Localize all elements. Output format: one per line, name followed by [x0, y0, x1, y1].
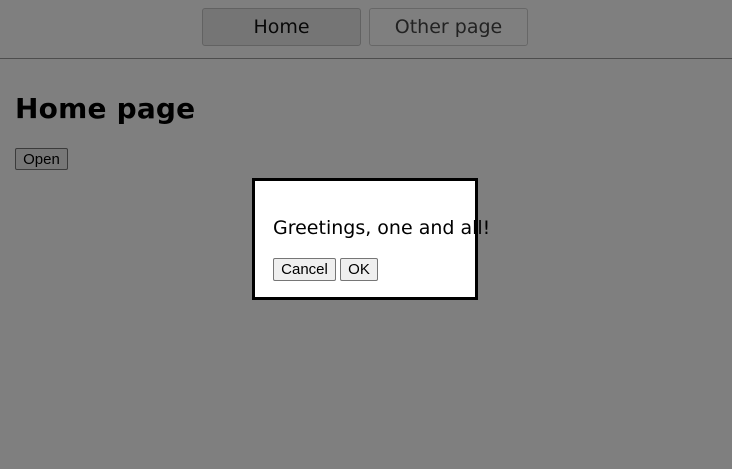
dialog-message: Greetings, one and all!	[273, 217, 491, 239]
app-page: Home Other page Home page Open Greetings…	[0, 0, 732, 469]
cancel-button[interactable]: Cancel	[273, 258, 336, 281]
ok-button[interactable]: OK	[340, 258, 378, 281]
dialog: Greetings, one and all! Cancel OK	[252, 178, 490, 300]
